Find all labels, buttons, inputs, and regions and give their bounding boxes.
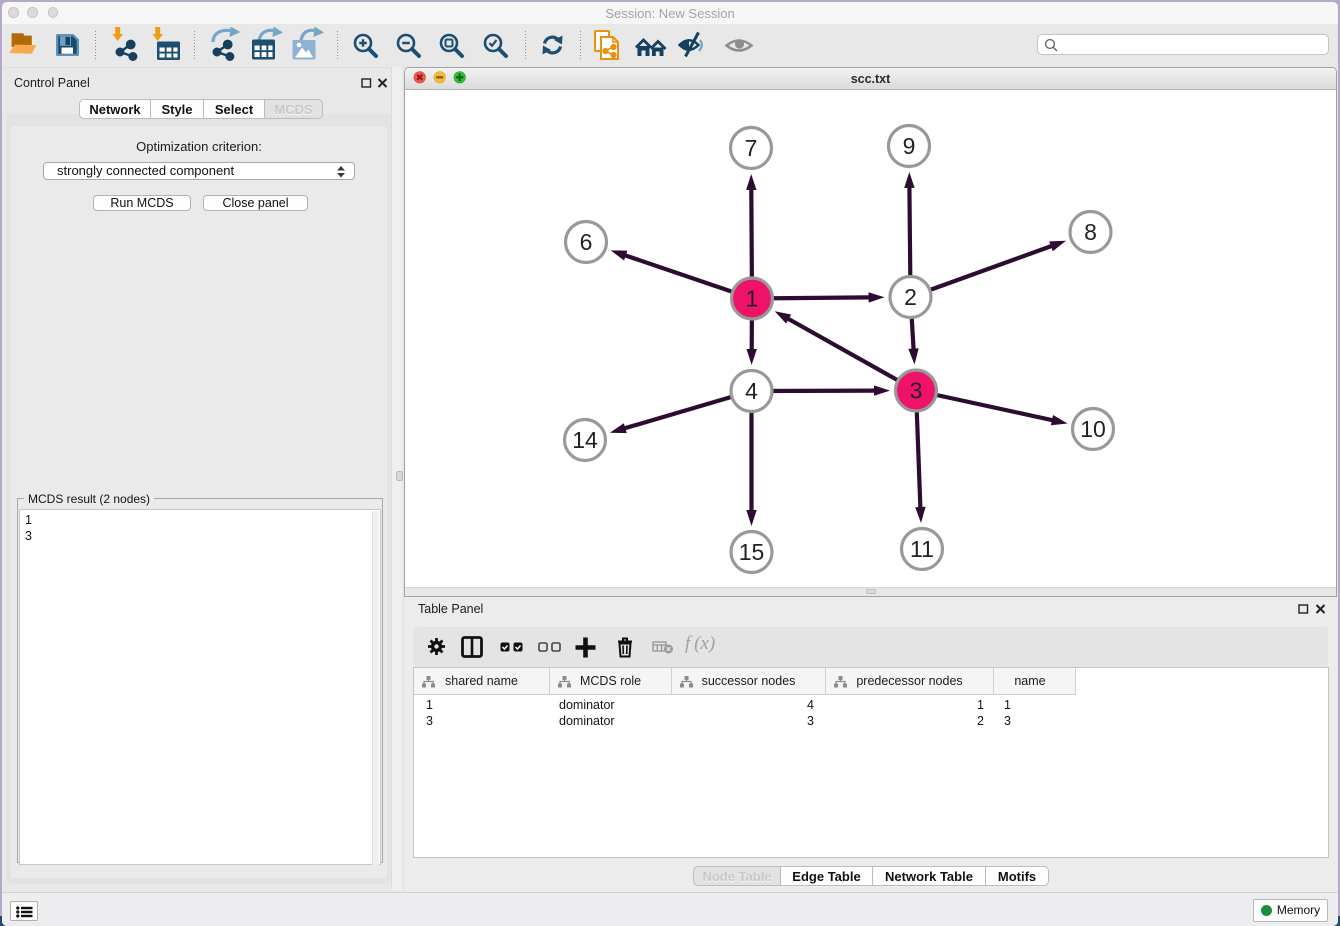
svg-text:2: 2	[904, 284, 917, 310]
svg-text:6: 6	[580, 229, 593, 255]
svg-text:1: 1	[746, 286, 759, 312]
svg-text:14: 14	[572, 427, 598, 453]
svg-text:7: 7	[745, 135, 758, 161]
svg-text:3: 3	[910, 378, 923, 404]
svg-text:10: 10	[1080, 416, 1106, 442]
svg-text:4: 4	[745, 378, 758, 404]
svg-text:9: 9	[903, 133, 916, 159]
svg-text:15: 15	[739, 539, 765, 565]
svg-text:8: 8	[1084, 219, 1097, 245]
svg-text:11: 11	[910, 536, 934, 562]
